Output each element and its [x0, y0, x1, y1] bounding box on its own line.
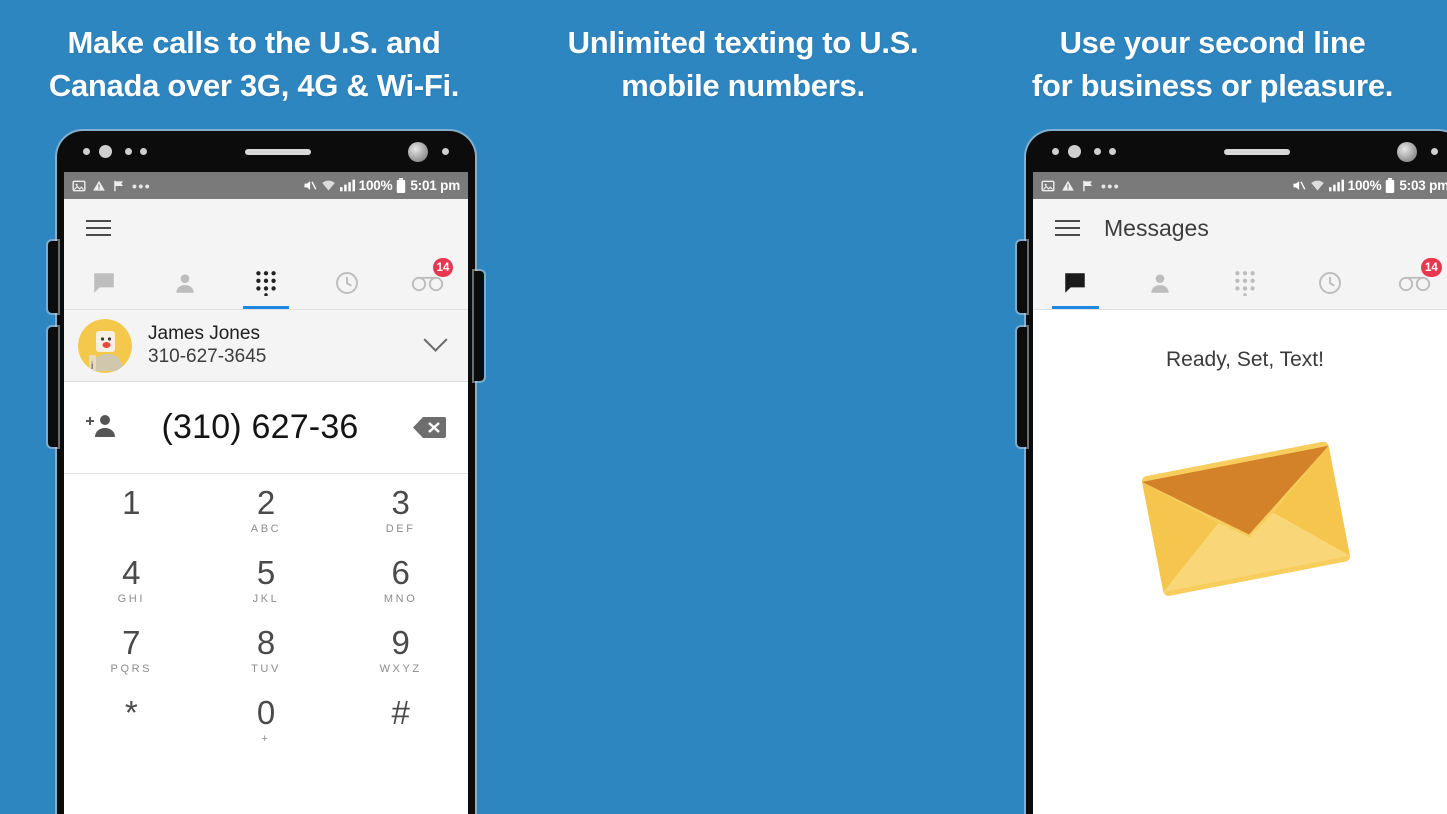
earpiece-speaker — [244, 148, 311, 155]
key-digit: 3 — [391, 484, 410, 521]
add-person-icon[interactable] — [86, 412, 120, 443]
key-letters: GHI — [117, 592, 145, 605]
signal-icon — [339, 179, 355, 192]
key-digit: * — [124, 694, 138, 731]
keypad-key[interactable]: 7 PQRS — [64, 624, 199, 694]
clock-label: 5:01 pm — [410, 178, 460, 193]
phone-side-button-right[interactable] — [474, 271, 484, 381]
tab-messages[interactable] — [64, 257, 145, 309]
front-camera-icon — [408, 141, 428, 162]
headline-line-2: Canada over 3G, 4G & Wi-Fi. — [48, 67, 460, 103]
phone-screen-dialer: ••• 100% 5:01 pm 14 i James Jones 310-62… — [64, 172, 468, 814]
key-letters: PQRS — [110, 662, 153, 675]
key-digit: 9 — [391, 624, 410, 661]
keypad-key[interactable]: 2 ABC — [199, 484, 334, 554]
dial-keypad: 1 2 ABC 3 DEF 4 GHI 5 JKL 6 MNO 7 PQRS 8 TUV 9W… — [64, 474, 468, 764]
panel-1-headline: Make calls to the U.S. and Canada over 3… — [0, 22, 508, 108]
keypad-key[interactable]: 4 GHI — [64, 554, 199, 624]
image-icon — [72, 179, 86, 193]
key-digit: 6 — [391, 554, 410, 591]
dialpad-icon — [256, 271, 276, 296]
mute-icon — [302, 178, 317, 193]
key-letters: MNO — [383, 592, 418, 605]
headline-line-1: Make calls to the U.S. and — [67, 25, 441, 60]
key-letters: ABC — [250, 522, 282, 535]
key-digit: 7 — [122, 624, 141, 661]
battery-icon — [396, 178, 406, 193]
headline-line-1: Unlimited texting to U.S. — [567, 25, 919, 60]
selected-line-name: James Jones — [148, 323, 260, 345]
battery-percent-label: 100% — [358, 178, 393, 193]
avatar-james: i — [78, 318, 132, 373]
key-letters: + — [261, 732, 271, 745]
phone-side-button-left-1[interactable] — [48, 241, 58, 313]
key-digit: 2 — [256, 484, 276, 521]
status-bar: ••• 100% — [64, 172, 468, 199]
sensor-dot-icon — [442, 148, 449, 155]
headline-line-2: mobile numbers. — [621, 67, 865, 103]
key-digit: 1 — [122, 484, 141, 521]
backspace-icon[interactable] — [412, 415, 446, 440]
keypad-key[interactable]: 9 WXYZ — [333, 624, 468, 694]
tab-keypad[interactable] — [226, 257, 307, 309]
key-digit: 0 — [256, 694, 276, 731]
phone-side-button-left-2[interactable] — [48, 327, 58, 447]
dial-input-row: (310) 627-36 — [64, 382, 468, 474]
selected-line-number: 310-627-3645 — [148, 345, 267, 367]
phone-notch — [57, 131, 475, 172]
keypad-key[interactable]: * — [64, 694, 199, 764]
warning-icon — [92, 179, 106, 193]
person-icon — [176, 274, 194, 293]
promo-panel-texting: Unlimited texting to U.S. mobile numbers… — [508, 0, 1447, 814]
sensor-dot-icon — [140, 148, 147, 155]
sensor-dot-icon — [125, 148, 132, 155]
key-letters: TUV — [251, 662, 281, 675]
tab-bar: 14 — [64, 257, 468, 309]
message-icon — [94, 273, 115, 293]
panel-3-headline: Use your second line for business or ple… — [978, 22, 1447, 108]
voicemail-badge: 14 — [432, 258, 454, 277]
front-sensor-icon — [99, 145, 112, 158]
key-letters: DEF — [385, 522, 416, 535]
promo-panel-calls: Make calls to the U.S. and Canada over 3… — [0, 0, 508, 814]
keypad-key[interactable]: 5 JKL — [199, 554, 334, 624]
sensor-dot-icon — [83, 148, 90, 155]
key-digit: # — [391, 694, 410, 731]
panel-2-headline: Unlimited texting to U.S. mobile numbers… — [508, 22, 978, 108]
tab-recents[interactable] — [306, 257, 387, 309]
keypad-key[interactable]: 8 TUV — [199, 624, 334, 694]
headline-line-1: Use your second line — [1059, 25, 1366, 60]
key-digit: 5 — [256, 554, 276, 591]
keypad-key[interactable]: 1 — [64, 484, 199, 554]
app-bar — [64, 199, 468, 257]
chevron-down-icon[interactable] — [423, 327, 448, 352]
key-letters: WXYZ — [379, 662, 422, 675]
more-dots-icon: ••• — [132, 177, 152, 194]
selected-line-row[interactable]: i James Jones 310-627-3645 — [64, 310, 468, 382]
keypad-key[interactable]: 0 + — [199, 694, 334, 764]
tab-contacts[interactable] — [145, 257, 226, 309]
flag-icon — [112, 179, 126, 193]
keypad-key[interactable]: 6 MNO — [333, 554, 468, 624]
headline-line-2: for business or pleasure. — [1031, 67, 1394, 103]
dialed-number[interactable]: (310) 627-36 — [120, 408, 412, 447]
key-digit: 8 — [256, 624, 276, 661]
wifi-icon — [321, 178, 336, 193]
key-letters: JKL — [252, 592, 280, 605]
phone-mockup-dialer: ••• 100% 5:01 pm 14 i James Jones 310-62… — [48, 131, 484, 814]
clock-icon — [335, 272, 358, 294]
keypad-key[interactable]: 3 DEF — [333, 484, 468, 554]
promo-screenshot-stage: Make calls to the U.S. and Canada over 3… — [0, 0, 1447, 814]
promo-panel-contacts: Use your second line for business or ple… — [978, 0, 1447, 814]
keypad-key[interactable]: # — [333, 694, 468, 764]
hamburger-icon[interactable] — [86, 219, 111, 237]
key-digit: 4 — [122, 554, 141, 591]
tab-voicemail[interactable]: 14 — [387, 257, 468, 309]
svg-text:i: i — [91, 361, 93, 372]
